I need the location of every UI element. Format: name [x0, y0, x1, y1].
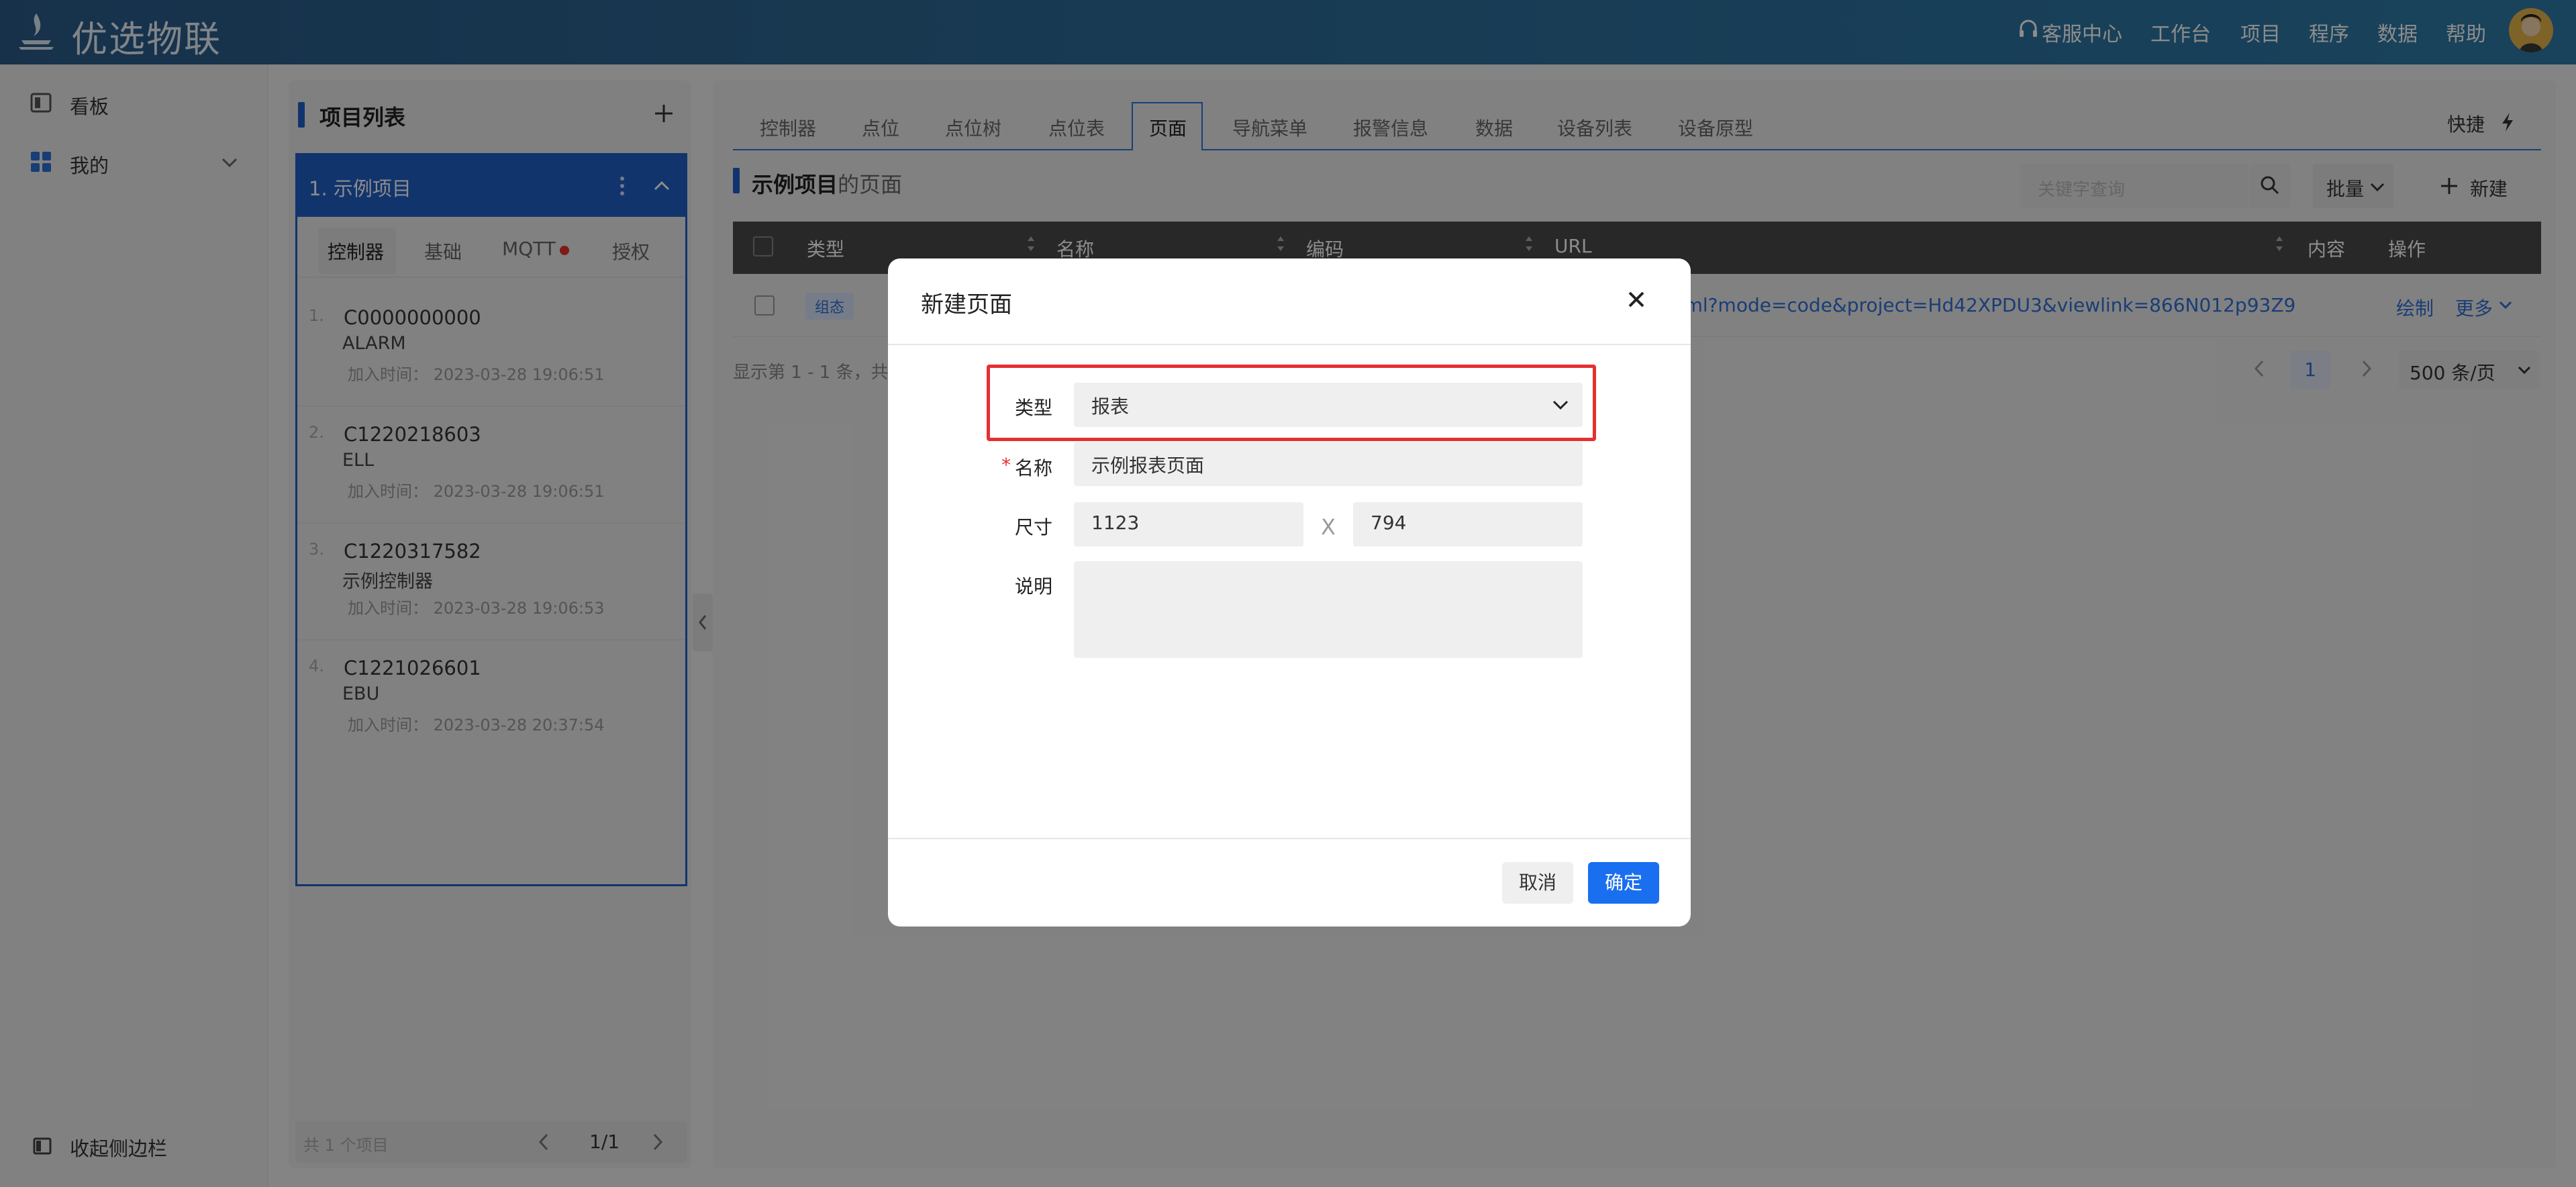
- height-value: 794: [1371, 512, 1407, 534]
- name-label: 名称: [1015, 457, 1053, 479]
- cancel-button[interactable]: 取消: [1502, 862, 1573, 904]
- name-input[interactable]: 示例报表页面: [1074, 442, 1583, 486]
- height-input[interactable]: 794: [1353, 502, 1583, 547]
- dialog-title: 新建页面: [921, 291, 1012, 318]
- width-input[interactable]: 1123: [1074, 502, 1303, 547]
- dialog-footer-divider: [888, 838, 1691, 839]
- width-value: 1123: [1091, 512, 1140, 534]
- confirm-button[interactable]: 确定: [1588, 862, 1659, 904]
- required-asterisk: *: [1001, 454, 1011, 476]
- name-value: 示例报表页面: [1091, 455, 1205, 477]
- close-icon[interactable]: [1626, 289, 1647, 310]
- chevron-down-icon: [1552, 399, 1569, 411]
- type-label: 类型: [1015, 397, 1053, 419]
- type-select[interactable]: 报表: [1074, 383, 1583, 427]
- size-label: 尺寸: [1015, 516, 1053, 538]
- type-value: 报表: [1091, 395, 1130, 418]
- description-label: 说明: [1015, 575, 1053, 598]
- dialog-header-divider: [888, 344, 1691, 345]
- size-separator: X: [1321, 514, 1336, 540]
- description-textarea[interactable]: [1074, 561, 1583, 658]
